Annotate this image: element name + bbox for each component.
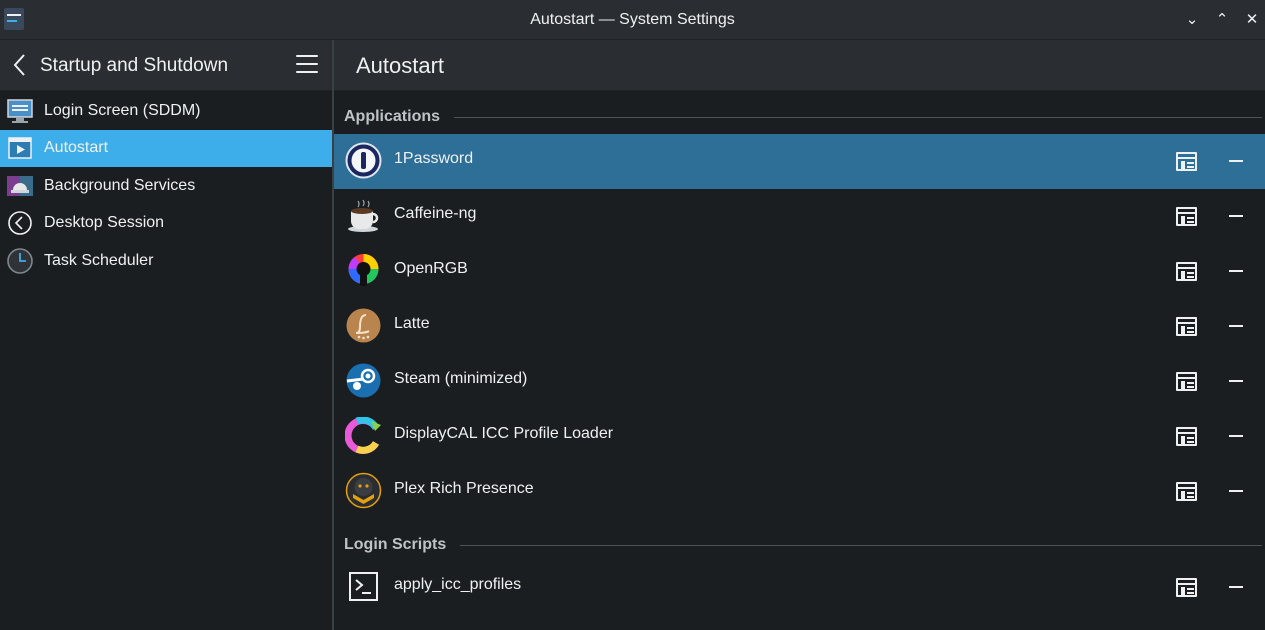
minimize-button[interactable]: ⌄ (1182, 10, 1202, 30)
sidebar: Startup and Shutdown Login Screen (SDDM)… (0, 40, 332, 630)
app-name: apply_icc_profiles (394, 576, 522, 593)
sidebar-header: Startup and Shutdown (0, 40, 332, 91)
desktop-session-icon (8, 211, 32, 236)
monitor-icon (7, 99, 33, 123)
hamburger-menu-icon[interactable] (296, 55, 318, 75)
remove-button[interactable] (1229, 160, 1243, 162)
back-arrow-icon[interactable] (10, 52, 30, 78)
app-name: Plex Rich Presence (394, 480, 534, 497)
app-name: DisplayCAL ICC Profile Loader (394, 425, 614, 442)
app-row-apply-icc-profiles[interactable]: apply_icc_profiles (334, 560, 1265, 615)
remove-button[interactable] (1229, 325, 1243, 327)
section-header-applications: Applications (344, 108, 1262, 126)
properties-button[interactable] (1176, 262, 1197, 281)
app-row-caffeine-ng[interactable]: Caffeine-ng (334, 189, 1265, 244)
remove-button[interactable] (1229, 380, 1243, 382)
plex-icon (345, 472, 382, 509)
sidebar-item-label: Task Scheduler (44, 251, 154, 269)
properties-button[interactable] (1176, 372, 1197, 391)
1password-icon (345, 142, 382, 179)
latte-icon (346, 308, 381, 343)
sidebar-item-task-scheduler[interactable]: Task Scheduler (0, 242, 332, 280)
remove-button[interactable] (1229, 270, 1243, 272)
main-header: Autostart (334, 40, 1265, 91)
steam-icon (346, 363, 381, 398)
terminal-icon (349, 572, 378, 601)
section-label: Applications (344, 108, 441, 125)
app-row-1password[interactable]: 1Password (334, 134, 1265, 189)
app-name: Latte (394, 315, 430, 332)
sidebar-item-label: Desktop Session (44, 214, 165, 232)
remove-button[interactable] (1229, 490, 1243, 492)
remove-button[interactable] (1229, 435, 1243, 437)
coffee-cup-icon (348, 199, 379, 232)
properties-button[interactable] (1176, 207, 1197, 226)
properties-button[interactable] (1176, 427, 1197, 446)
app-name: OpenRGB (394, 260, 468, 277)
sidebar-item-desktop-session[interactable]: Desktop Session (0, 205, 332, 243)
app-row-latte[interactable]: Latte (334, 299, 1265, 354)
clock-icon (7, 247, 33, 274)
sidebar-item-label: Background Services (44, 176, 196, 194)
title-bar: Autostart — System Settings ⌄ ⌃ ✕ (0, 0, 1265, 40)
sidebar-item-autostart[interactable]: Autostart (0, 129, 332, 167)
sidebar-list: Login Screen (SDDM) Autostart Background… (0, 92, 332, 280)
app-row-steam[interactable]: Steam (minimized) (334, 354, 1265, 409)
app-row-displaycal[interactable]: DisplayCAL ICC Profile Loader (334, 409, 1265, 464)
sidebar-item-label: Autostart (44, 139, 109, 157)
autostart-icon (8, 137, 32, 159)
properties-button[interactable] (1176, 578, 1197, 597)
maximize-button[interactable]: ⌃ (1212, 10, 1232, 30)
sidebar-title: Startup and Shutdown (40, 55, 229, 76)
app-name: 1Password (394, 150, 474, 167)
displaycal-icon (345, 417, 381, 454)
app-name: Steam (minimized) (394, 370, 528, 387)
properties-button[interactable] (1176, 152, 1197, 171)
remove-button[interactable] (1229, 215, 1243, 217)
main-content: Autostart Applications 1Password Caffein… (334, 40, 1265, 630)
sidebar-item-login-screen[interactable]: Login Screen (SDDM) (0, 92, 332, 130)
section-header-login-scripts: Login Scripts (344, 536, 1262, 554)
background-services-icon (7, 175, 33, 196)
section-label: Login Scripts (344, 536, 447, 553)
close-button[interactable]: ✕ (1242, 10, 1262, 30)
page-title: Autostart (356, 53, 445, 78)
properties-button[interactable] (1176, 482, 1197, 501)
window-title: Autostart — System Settings (530, 11, 735, 28)
sidebar-item-label: Login Screen (SDDM) (44, 101, 201, 119)
properties-button[interactable] (1176, 317, 1197, 336)
openrgb-icon (348, 254, 379, 286)
app-name: Caffeine-ng (394, 205, 477, 222)
app-row-plex-rich-presence[interactable]: Plex Rich Presence (334, 464, 1265, 519)
app-row-openrgb[interactable]: OpenRGB (334, 244, 1265, 299)
sidebar-item-background-services[interactable]: Background Services (0, 167, 332, 205)
remove-button[interactable] (1229, 586, 1243, 588)
